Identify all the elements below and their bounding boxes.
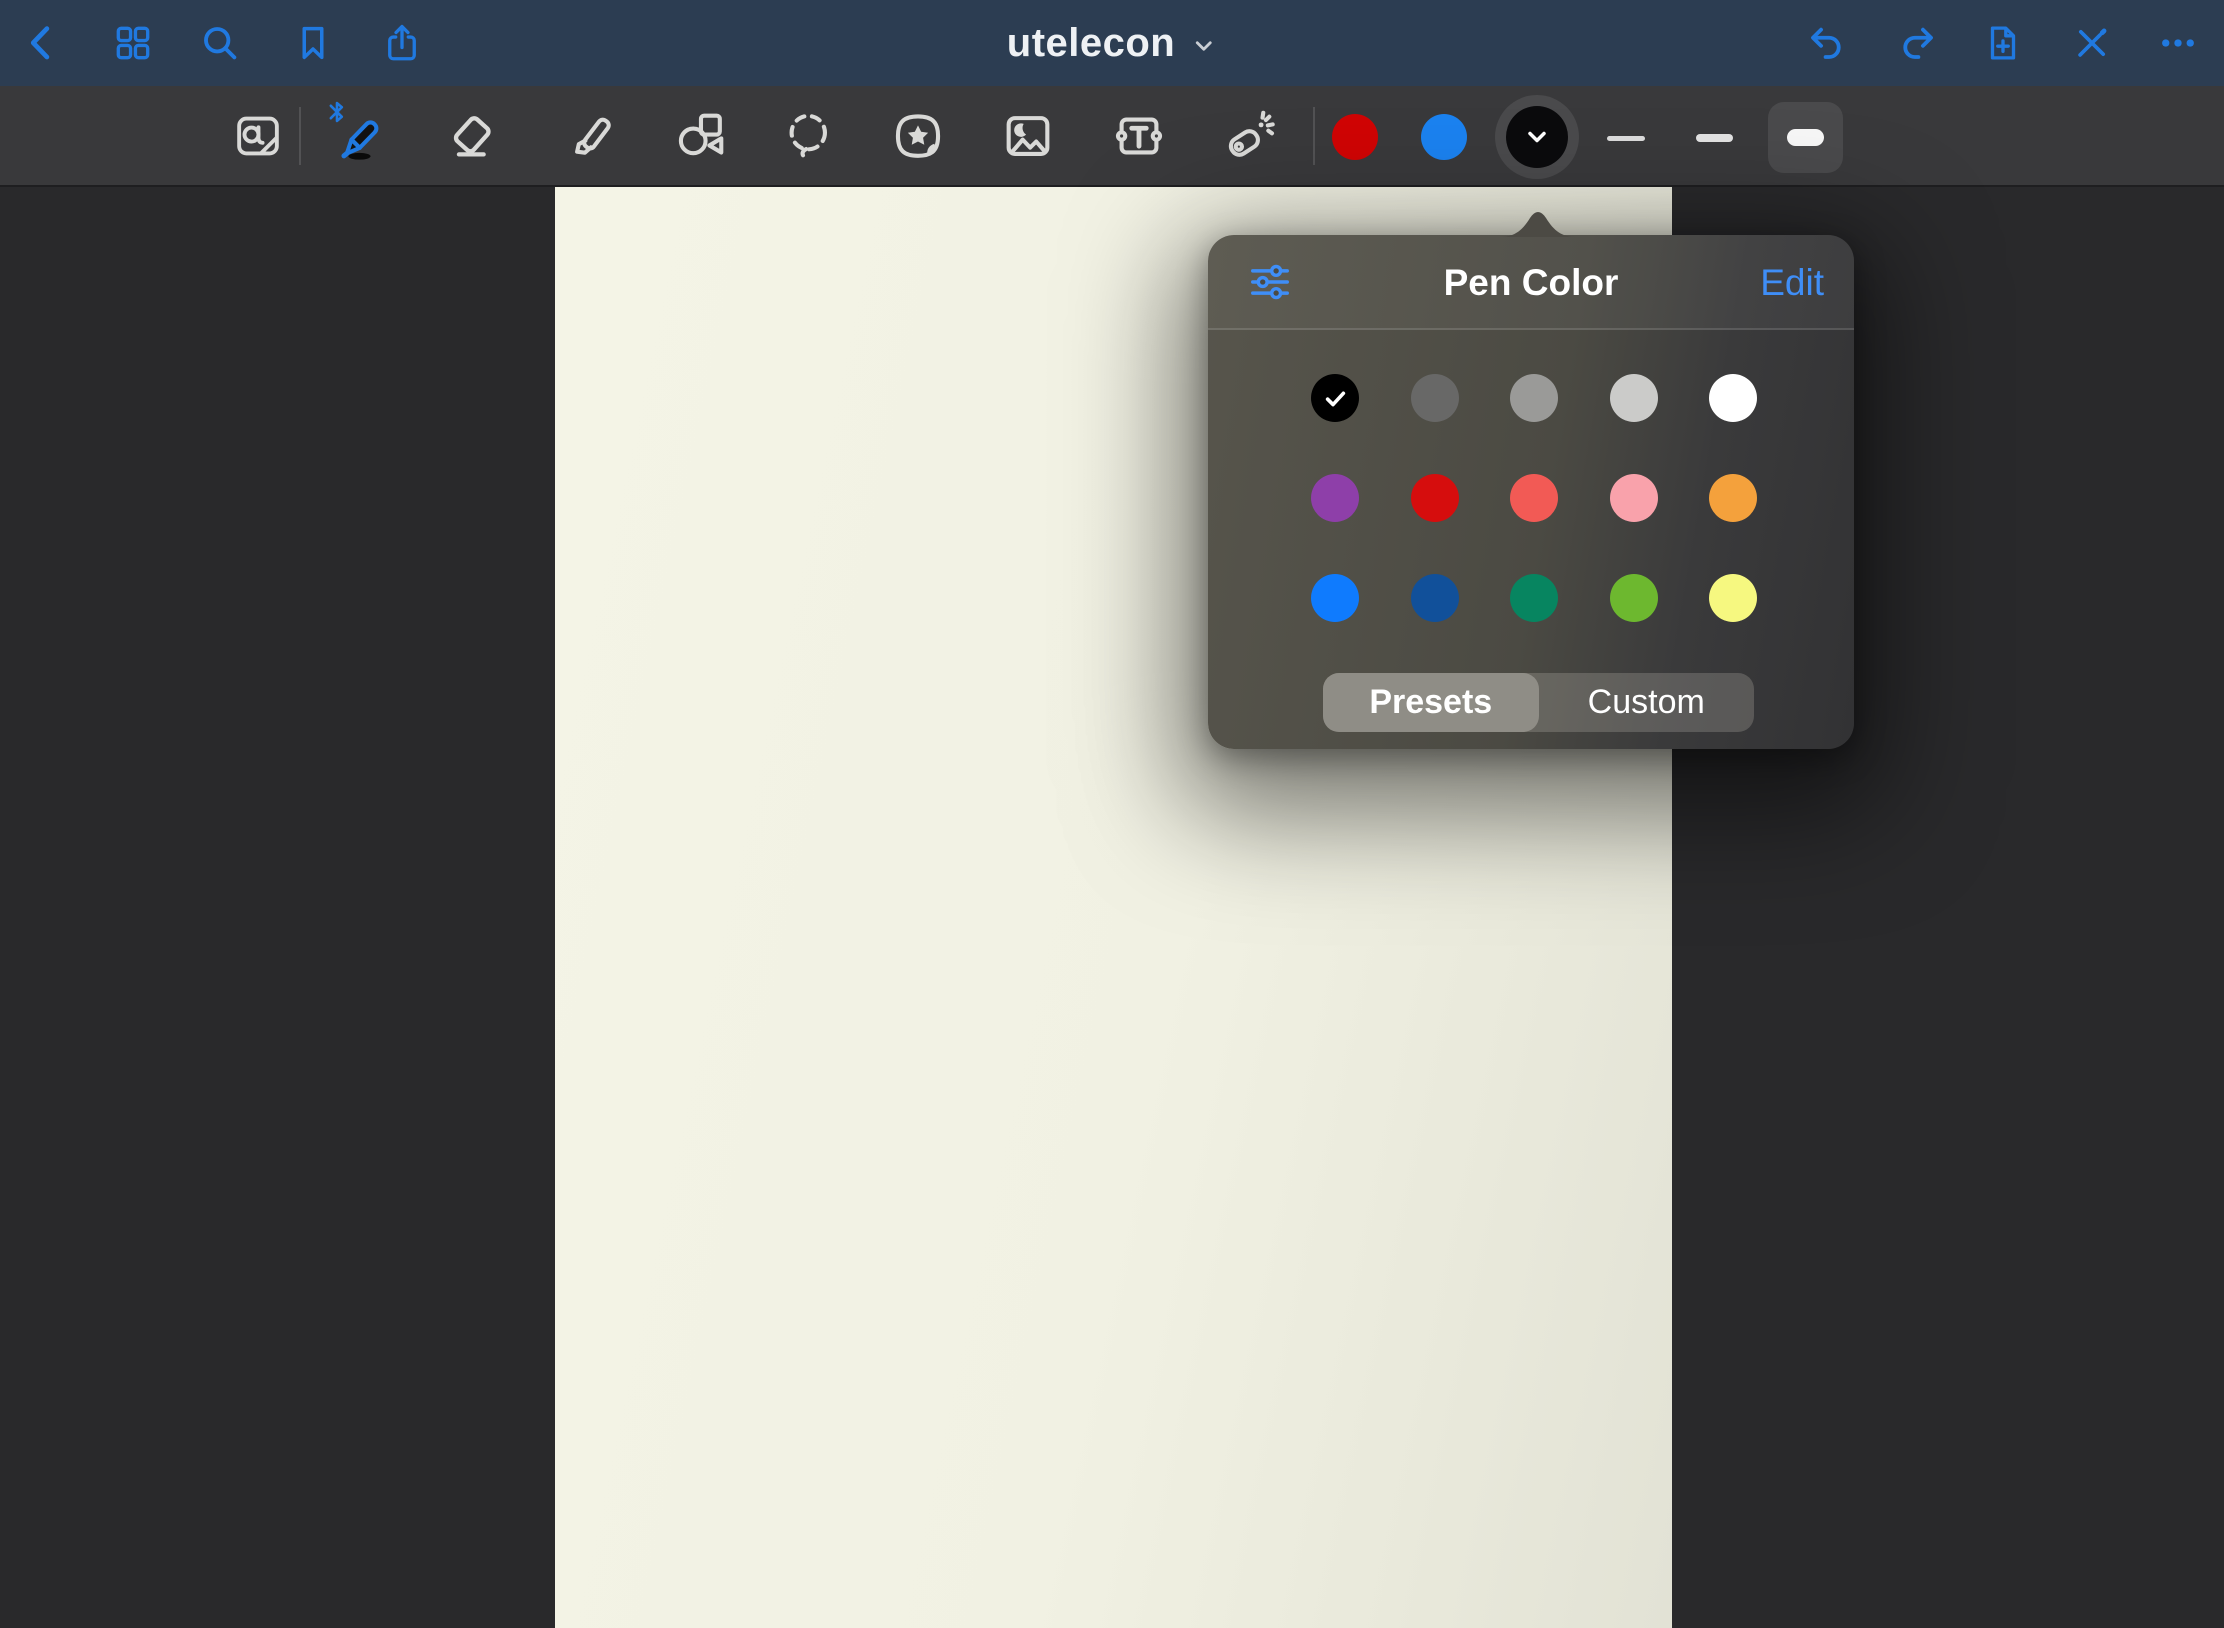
ellipsis-icon — [2157, 22, 2199, 64]
more-options-button[interactable] — [2156, 21, 2200, 65]
lasso-tool-button[interactable] — [777, 104, 841, 168]
toolbar-divider — [299, 107, 301, 165]
pages-overview-button[interactable] — [111, 21, 155, 65]
bookmark-icon — [292, 22, 334, 64]
grid-icon — [112, 22, 154, 64]
navbar: utelecon — [0, 0, 2224, 86]
share-icon — [381, 22, 423, 64]
chevron-down-icon — [1523, 123, 1551, 151]
color-swatch-gray[interactable] — [1510, 374, 1558, 422]
stroke-sample — [1787, 129, 1824, 146]
quick-color-red[interactable] — [1332, 114, 1378, 160]
color-swatch-red[interactable] — [1411, 474, 1459, 522]
popover-arrow — [1500, 199, 1576, 237]
chevron-down-icon — [1191, 33, 1217, 59]
eraser-icon — [444, 107, 502, 165]
pen-tool-button[interactable] — [326, 104, 390, 168]
app-screen: utelecon — [0, 0, 2224, 1628]
pen-off-icon — [2071, 22, 2113, 64]
add-page-button[interactable] — [1981, 21, 2025, 65]
edit-colors-button[interactable]: Edit — [1760, 235, 1824, 330]
image-icon — [999, 107, 1057, 165]
back-button[interactable] — [20, 21, 64, 65]
stroke-width-thick-selected[interactable] — [1768, 102, 1843, 173]
pen-color-popover: Pen Color Edit PresetsCustom — [1208, 235, 1854, 749]
shapes-icon — [671, 107, 729, 165]
color-swatch-coral[interactable] — [1510, 474, 1558, 522]
undo-icon — [1806, 22, 1848, 64]
color-swatch-pink[interactable] — [1610, 474, 1658, 522]
color-swatch-white[interactable] — [1709, 374, 1757, 422]
laser-icon — [1220, 107, 1278, 165]
selected-color-dot — [1506, 106, 1568, 168]
add-page-icon — [1982, 22, 2024, 64]
color-swatch-navy[interactable] — [1411, 574, 1459, 622]
stroke-width-thin[interactable] — [1607, 136, 1645, 141]
document-title-button[interactable]: utelecon — [1007, 0, 1217, 86]
popover-header: Pen Color Edit — [1208, 235, 1854, 330]
shapes-tool-button[interactable] — [668, 104, 732, 168]
tab-custom[interactable]: Custom — [1539, 673, 1755, 732]
highlighter-icon — [559, 107, 617, 165]
lasso-icon — [780, 107, 838, 165]
highlighter-tool-button[interactable] — [556, 104, 620, 168]
color-swatch-light-gray[interactable] — [1610, 374, 1658, 422]
image-tool-button[interactable] — [996, 104, 1060, 168]
search-icon — [199, 22, 241, 64]
zoom-window-tool-button[interactable] — [226, 104, 290, 168]
search-button[interactable] — [198, 21, 242, 65]
toolbar — [0, 86, 2224, 187]
zoom-window-icon — [229, 107, 287, 165]
quick-color-blue[interactable] — [1421, 114, 1467, 160]
pen-mode-toggle-button[interactable] — [2070, 21, 2114, 65]
chevron-left-icon — [21, 22, 63, 64]
popover-title: Pen Color — [1208, 235, 1854, 330]
color-swatch-black-selected[interactable] — [1311, 374, 1359, 422]
color-swatch-blue[interactable] — [1311, 574, 1359, 622]
redo-button[interactable] — [1895, 21, 1939, 65]
undo-button[interactable] — [1805, 21, 1849, 65]
bookmark-button[interactable] — [291, 21, 335, 65]
text-icon — [1110, 107, 1168, 165]
laser-pointer-tool-button[interactable] — [1217, 104, 1281, 168]
color-swatch-green[interactable] — [1510, 574, 1558, 622]
tab-presets[interactable]: Presets — [1323, 673, 1539, 732]
color-swatch-light-green[interactable] — [1610, 574, 1658, 622]
stroke-width-medium[interactable] — [1696, 134, 1733, 142]
text-tool-button[interactable] — [1107, 104, 1171, 168]
toolbar-divider — [1313, 107, 1315, 165]
elements-tool-button[interactable] — [886, 104, 950, 168]
document-title: utelecon — [1007, 21, 1175, 66]
color-swatch-orange[interactable] — [1709, 474, 1757, 522]
color-swatch-purple[interactable] — [1311, 474, 1359, 522]
eraser-tool-button[interactable] — [441, 104, 505, 168]
share-button[interactable] — [380, 21, 424, 65]
color-swatch-dark-gray[interactable] — [1411, 374, 1459, 422]
check-icon — [1322, 385, 1349, 412]
quick-color-black-selected[interactable] — [1495, 95, 1579, 179]
canvas-area — [0, 187, 2224, 1628]
bluetooth-icon — [326, 98, 348, 126]
elements-icon — [889, 107, 947, 165]
presets-custom-segmented-control: PresetsCustom — [1323, 673, 1754, 732]
redo-icon — [1896, 22, 1938, 64]
color-swatch-yellow[interactable] — [1709, 574, 1757, 622]
